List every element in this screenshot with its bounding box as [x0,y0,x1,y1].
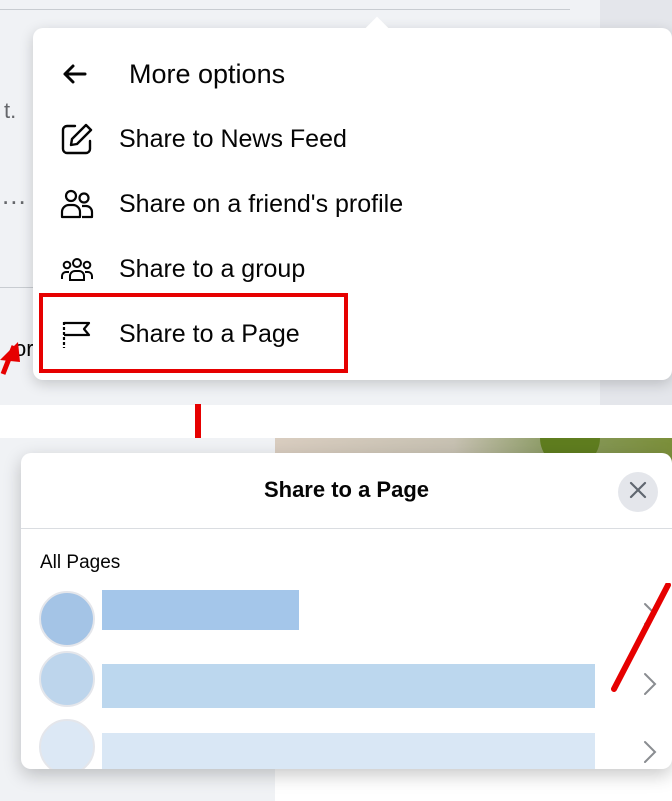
avatar [39,591,95,647]
menu-item-share-news-feed[interactable]: Share to News Feed [59,113,347,165]
page-list-item[interactable] [21,587,672,649]
background-divider [0,9,570,10]
arrow-left-icon[interactable] [59,59,89,89]
avatar [39,719,95,769]
avatar [39,651,95,707]
group-icon [59,251,95,287]
chevron-right-icon [641,739,659,765]
share-to-page-dialog: Share to a Page All Pages [21,453,672,769]
annotation-arrow-up-left [0,342,20,375]
menu-item-label: Share to News Feed [119,124,347,153]
friends-icon [59,186,95,222]
menu-header: More options [59,54,285,94]
dialog-title: Share to a Page [263,477,430,502]
annotation-highlight-box [39,293,348,373]
menu-title: More options [129,58,286,89]
annotation-arrow-up-right [611,583,671,692]
close-button[interactable] [618,472,658,512]
page-list-item[interactable] [21,651,672,713]
dialog-divider [21,528,672,529]
background-ellipsis-fragment: ... [2,180,27,210]
page-name-redacted [102,664,595,708]
section-label-all-pages: All Pages [40,552,121,573]
menu-item-share-friend-profile[interactable]: Share on a friend's profile [59,178,403,230]
menu-item-label: Share to a group [119,254,306,283]
close-icon [629,481,647,504]
menu-item-share-group[interactable]: Share to a group [59,243,305,295]
edit-square-icon [59,121,95,157]
page-name-redacted [102,733,595,769]
page-name-redacted [102,590,299,630]
page-list-item[interactable] [21,719,672,769]
background-text-fragment: t. [4,98,17,123]
menu-item-label: Share on a friend's profile [119,189,404,218]
